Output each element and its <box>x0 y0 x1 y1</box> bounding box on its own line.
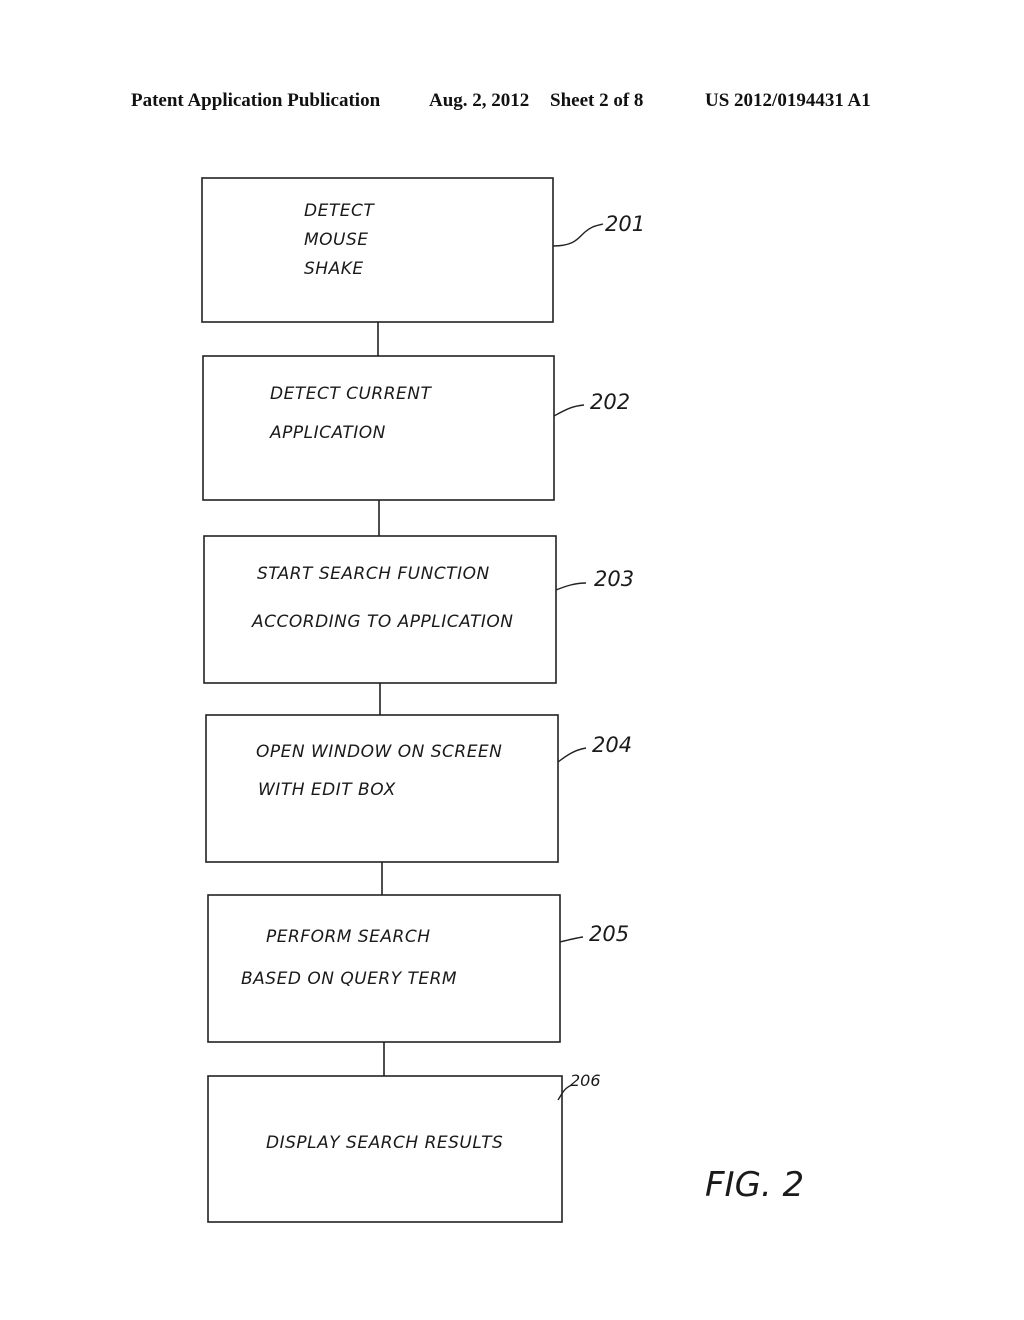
step-text-line: DISPLAY SEARCH RESULTS <box>266 1133 503 1153</box>
step-text-line: WITH EDIT BOX <box>258 780 396 800</box>
step-203: START SEARCH FUNCTION ACCORDING TO APPLI… <box>203 535 634 684</box>
step-text-line: APPLICATION <box>269 423 386 443</box>
figure-label: FIG. 2 <box>705 1165 804 1205</box>
step-text-line: ACCORDING TO APPLICATION <box>251 612 514 632</box>
step-ref-number: 201 <box>605 212 645 236</box>
step-ref-number: 202 <box>590 390 630 414</box>
step-205: PERFORM SEARCH BASED ON QUERY TERM 205 <box>207 894 629 1043</box>
step-ref-number: 203 <box>594 567 634 591</box>
leader-line <box>557 747 587 763</box>
leader-line <box>555 582 587 591</box>
step-ref-number: 204 <box>592 733 632 757</box>
leader-line <box>552 223 604 247</box>
step-201: DETECT MOUSE SHAKE 201 <box>201 177 645 323</box>
step-text-line: BASED ON QUERY TERM <box>241 969 457 989</box>
leader-line <box>553 404 585 417</box>
step-box <box>203 535 557 684</box>
step-box <box>201 177 554 323</box>
step-204: OPEN WINDOW ON SCREEN WITH EDIT BOX 204 <box>205 714 632 863</box>
step-206: DISPLAY SEARCH RESULTS 206 <box>207 1071 601 1223</box>
step-text-line: SHAKE <box>304 259 364 279</box>
step-202: DETECT CURRENT APPLICATION 202 <box>202 355 630 501</box>
step-text-line: DETECT <box>304 201 375 221</box>
step-text-line: MOUSE <box>304 230 369 250</box>
step-text-line: OPEN WINDOW ON SCREEN <box>256 742 502 762</box>
leader-line <box>559 936 584 943</box>
step-text-line: DETECT CURRENT <box>270 384 433 404</box>
flowchart: DETECT MOUSE SHAKE 201 DETECT CURRENT AP… <box>201 177 804 1223</box>
step-ref-number: 205 <box>589 922 629 946</box>
step-text-line: START SEARCH FUNCTION <box>257 564 490 584</box>
step-ref-number: 206 <box>570 1071 601 1090</box>
step-text-line: PERFORM SEARCH <box>266 927 430 947</box>
